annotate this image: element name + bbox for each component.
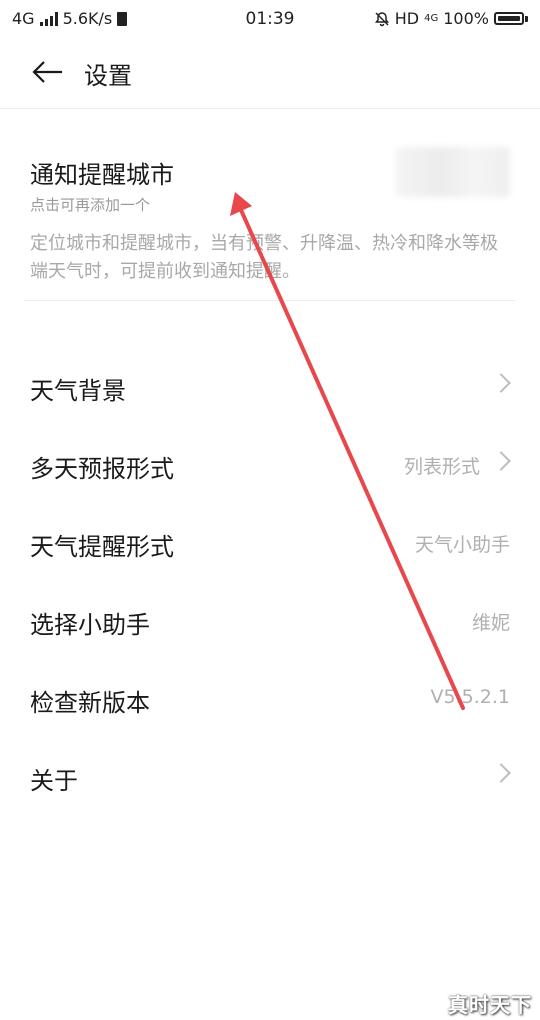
setting-check-update[interactable]: 检查新版本 V5.5.2.1 [0,659,540,737]
divider [24,300,516,301]
setting-label: 选择小助手 [30,611,150,639]
hd-indicator: HD [394,9,420,28]
page-title: 设置 [84,62,132,90]
bell-off-icon [374,11,389,26]
status-right: HD 4G 100% [374,9,528,28]
setting-about[interactable]: 关于 [0,737,540,815]
lte-indicator: 4G [424,13,439,24]
chevron-right-icon [491,763,511,783]
setting-label: 天气背景 [30,377,126,405]
status-bar: 4G 5.6K/s 01:39 HD 4G 100% [0,0,540,36]
setting-value: 维妮 [471,612,510,634]
setting-choose-assistant[interactable]: 选择小助手 维妮 [0,581,540,659]
setting-weather-background[interactable]: 天气背景 [0,347,540,425]
setting-label: 关于 [30,767,78,795]
blurred-city-value [396,147,510,197]
setting-value: 天气小助手 [414,534,510,556]
battery-tip [525,15,528,22]
notify-city-description: 定位城市和提醒城市，当有预警、升降温、热冷和降水等极端天气时，可提前收到通知提醒… [30,233,498,282]
setting-value: V5.5.2.1 [430,686,510,708]
chevron-right-icon [491,373,511,393]
setting-label: 多天预报形式 [30,455,174,483]
watermark: 真时天下 [448,993,532,1017]
back-arrow-icon [32,61,62,83]
battery-icon [494,12,524,25]
setting-value: 列表形式 [403,456,480,478]
battery-percent: 100% [443,9,489,28]
back-button[interactable] [30,58,66,86]
chevron-right-icon [491,451,511,471]
notify-city-subtitle: 点击可再添加一个 [30,196,151,214]
header: 设置 [0,36,540,109]
setting-forecast-format[interactable]: 多天预报形式 列表形式 [0,425,540,503]
setting-label: 天气提醒形式 [30,533,174,561]
setting-label: 检查新版本 [30,689,150,717]
setting-reminder-format[interactable]: 天气提醒形式 天气小助手 [0,503,540,581]
